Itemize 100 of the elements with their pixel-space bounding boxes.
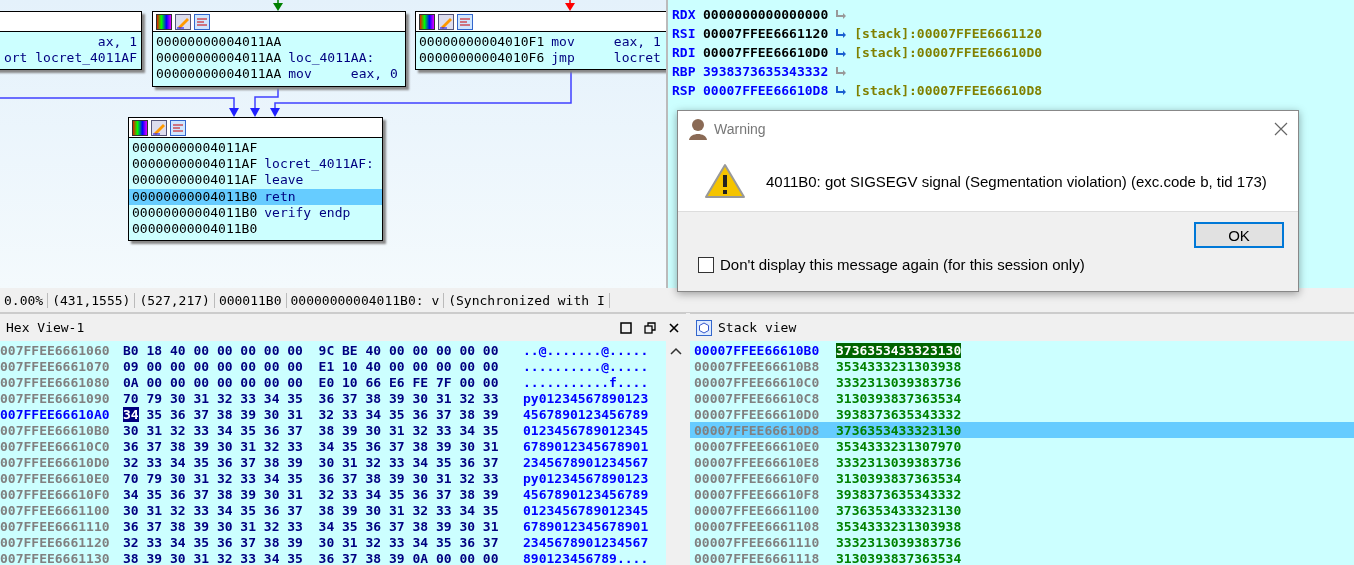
register-value[interactable]: 3938373635343332 xyxy=(703,64,829,79)
hex-bytes: 30 31 32 33 34 35 36 37 38 39 30 31 32 33 34 35 xyxy=(123,422,500,438)
avatar-icon xyxy=(688,118,708,140)
color-palette-icon xyxy=(156,13,172,30)
stack-row[interactable]: 00007FFEE66610B8 3534333231303938 xyxy=(690,358,1354,374)
hex-address: 007FFEE66610F0 xyxy=(0,486,111,502)
stack-value: 3736353433323130 xyxy=(836,502,962,518)
register-name: RSI xyxy=(672,26,697,41)
scroll-up-icon[interactable] xyxy=(670,347,682,355)
dialog-message: 4011B0: got SIGSEGV signal (Segmentation violation) (exc.code b, tid 173) xyxy=(766,172,1267,190)
code-line: 00000000004011B0 xyxy=(131,221,259,238)
hex-bytes: 70 79 30 31 32 33 34 35 36 37 38 39 30 31 32 33 xyxy=(123,470,500,486)
stack-address: 00007FFEE66610E8 xyxy=(694,454,821,470)
register-name: RDI xyxy=(672,45,697,60)
code-line: ax, 1 xyxy=(96,34,138,51)
checkbox[interactable] xyxy=(698,256,714,273)
stack-row[interactable]: 00007FFEE66610E8 3332313039383736 xyxy=(690,454,1354,470)
hex-bytes: 34 35 36 37 38 39 30 31 32 33 34 35 36 37 38 39 xyxy=(123,486,500,502)
hex-address: 007FFEE6661060 xyxy=(0,342,111,358)
register-name: RSP xyxy=(672,83,697,98)
jump-arrow-icon xyxy=(835,65,848,78)
stack-value: 3938373635343332 xyxy=(836,406,962,422)
code-line: 00000000004011AA xyxy=(155,34,283,51)
stack-address: 00007FFEE6661100 xyxy=(694,502,821,518)
close-icon[interactable] xyxy=(668,321,680,334)
stack-row[interactable]: 00007FFEE6661100 3736353433323130 xyxy=(690,502,1354,518)
stack-row[interactable]: 00007FFEE66610D0 3938373635343332 xyxy=(690,406,1354,422)
hex-ascii: 4567890123456789 xyxy=(523,486,649,502)
stack-address: 00007FFEE66610E0 xyxy=(694,438,821,454)
hex-address: 007FFEE66610D0 xyxy=(0,454,111,470)
stack-row[interactable]: 00007FFEE66610C0 3332313039383736 xyxy=(690,374,1354,390)
stack-value: 3736353433323130 xyxy=(836,422,962,438)
stack-value: 3332313039383736 xyxy=(836,454,962,470)
graph-overview-icon xyxy=(170,119,186,136)
maximize-icon[interactable] xyxy=(620,321,632,334)
hex-ascii: 4567890123456789 xyxy=(523,406,649,422)
register-value[interactable]: 0000000000000000 xyxy=(703,7,829,22)
hex-ascii: 0123456789012345 xyxy=(523,422,649,438)
stack-value: 3130393837363534 xyxy=(836,470,962,486)
stack-value: 3534333231303938 xyxy=(836,518,962,534)
stack-value: 3534333231307970 xyxy=(836,438,962,454)
stack-row[interactable]: 00007FFEE6661110 3332313039383736 xyxy=(690,534,1354,550)
stack-row[interactable]: 00007FFEE66610C8 3130393837363534 xyxy=(690,390,1354,406)
hex-address: 007FFEE66610A0 xyxy=(0,406,111,422)
hex-bytes: 36 37 38 39 30 31 32 33 34 35 36 37 38 39 30 31 xyxy=(123,438,500,454)
graph-overview-icon xyxy=(457,13,473,30)
panel-title: Hex View-1 xyxy=(6,320,86,335)
stack-address: 00007FFEE66610B0 xyxy=(694,342,821,358)
hex-bytes: 34 35 36 37 38 39 30 31 32 33 34 35 36 37 38 39 xyxy=(123,406,500,422)
hex-address: 007FFEE6661100 xyxy=(0,502,111,518)
code-line: 00000000004010F1 mov eax, 1 xyxy=(418,34,662,51)
register-name: RBP xyxy=(672,64,697,79)
hex-ascii: 2345678901234567 xyxy=(523,534,649,550)
register-value[interactable]: 00007FFEE66610D8 xyxy=(703,83,829,98)
register-reference[interactable]: [stack]:00007FFEE6661120 xyxy=(854,26,1043,41)
stack-address: 00007FFEE66610C8 xyxy=(694,390,821,406)
hex-address: 007FFEE66610E0 xyxy=(0,470,111,486)
register-reference[interactable]: [stack]:00007FFEE66610D8 xyxy=(854,83,1043,98)
register-value[interactable]: 00007FFEE6661120 xyxy=(703,26,829,41)
hex-address: 007FFEE6661090 xyxy=(0,390,111,406)
dialog-title: Warning xyxy=(714,121,767,137)
status-field: 00000000004011B0: v xyxy=(286,292,445,308)
graph-overview-icon xyxy=(194,13,210,30)
pencil-icon xyxy=(151,119,167,136)
hex-ascii: 0123456789012345 xyxy=(523,502,649,518)
hex-ascii: ...........f.... xyxy=(523,374,649,390)
hex-address: 007FFEE66610C0 xyxy=(0,438,111,454)
hex-address: 007FFEE6661110 xyxy=(0,518,111,534)
hex-ascii: 6789012345678901 xyxy=(523,438,649,454)
stack-row[interactable]: 00007FFEE66610E0 3534333231307970 xyxy=(690,438,1354,454)
hex-bytes: B0 18 40 00 00 00 00 00 9C BE 40 00 00 00 00 00 xyxy=(123,342,500,358)
register-reference[interactable]: [stack]:00007FFEE66610D0 xyxy=(854,45,1043,60)
stack-row[interactable]: 00007FFEE6661118 3130393837363534 xyxy=(690,550,1354,565)
stack-value: 3938373635343332 xyxy=(836,486,962,502)
hex-bytes: 09 00 00 00 00 00 00 00 E1 10 40 00 00 00 00 00 xyxy=(123,358,500,374)
stack-address: 00007FFEE6661108 xyxy=(694,518,821,534)
ok-button[interactable]: OK xyxy=(1194,222,1284,248)
status-field: 000011B0 xyxy=(214,292,287,308)
restore-icon[interactable] xyxy=(644,321,656,334)
hex-ascii: ..........@..... xyxy=(523,358,649,374)
jump-arrow-icon xyxy=(835,27,848,40)
hex-bytes: 32 33 34 35 36 37 38 39 30 31 32 33 34 35 36 37 xyxy=(123,534,500,550)
register-value[interactable]: 00007FFEE66610D0 xyxy=(703,45,829,60)
panel-title: Stack view xyxy=(718,320,798,335)
status-field: (431,1555) xyxy=(48,292,136,308)
code-line: 00000000004010F6 jmp locret xyxy=(418,50,662,67)
code-line: 00000000004011AA mov eax, 0 xyxy=(155,66,399,83)
pencil-icon xyxy=(438,13,454,30)
status-field: (527,217) xyxy=(135,292,215,308)
pencil-icon xyxy=(175,13,191,30)
stack-row[interactable]: 00007FFEE66610F8 3938373635343332 xyxy=(690,486,1354,502)
code-line: 00000000004011AF xyxy=(131,140,259,157)
stack-row[interactable]: 00007FFEE66610B0 3736353433323130 xyxy=(690,342,1354,358)
stack-row[interactable]: 00007FFEE6661108 3534333231303938 xyxy=(690,518,1354,534)
stack-address: 00007FFEE66610F8 xyxy=(694,486,821,502)
hex-address: 007FFEE6661130 xyxy=(0,550,111,565)
checkbox-label[interactable]: Don't display this message again (for this session only) xyxy=(720,256,1085,273)
hex-address: 007FFEE6661080 xyxy=(0,374,111,390)
stack-row[interactable]: 00007FFEE66610D8 3736353433323130 xyxy=(690,422,1354,438)
stack-row[interactable]: 00007FFEE66610F0 3130393837363534 xyxy=(690,470,1354,486)
